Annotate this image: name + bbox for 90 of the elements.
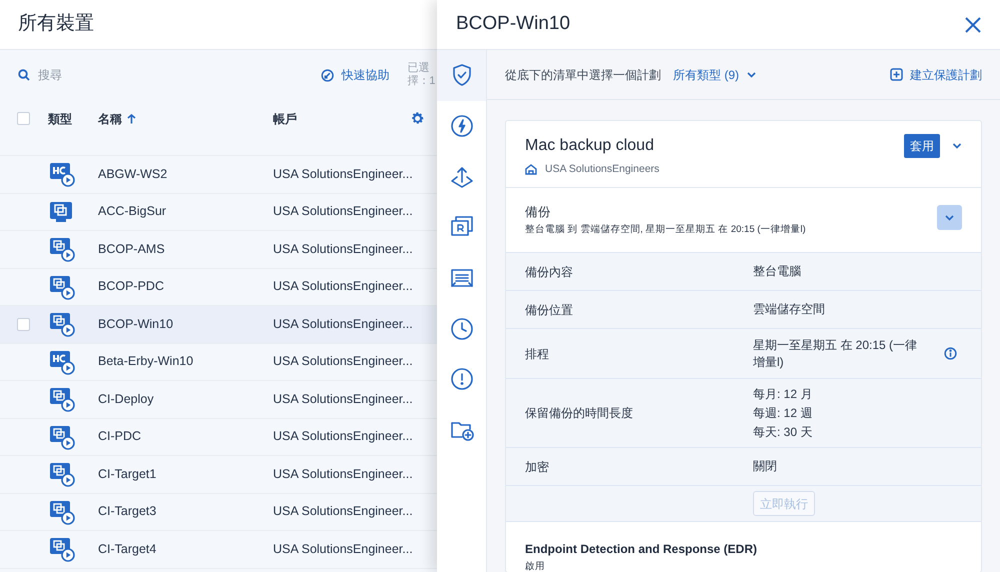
detail-value: 整台電腦 bbox=[753, 263, 802, 280]
column-header: 帳戶 bbox=[273, 110, 298, 128]
device-name: CI-Deploy bbox=[98, 390, 155, 408]
detail-value: 每天: 30 天 bbox=[753, 424, 814, 440]
section-summary: 啟用 bbox=[525, 561, 546, 572]
selection-count: 已選擇：1 bbox=[407, 62, 436, 88]
virtual-machine-icon bbox=[49, 161, 75, 188]
table-row[interactable]: CI-Target1 USA SolutionsEngineer... bbox=[0, 456, 437, 494]
section-title: Endpoint Detection and Response (EDR) bbox=[525, 542, 758, 557]
plan-prompt: 從底下的清單中選擇一個計劃 bbox=[505, 66, 661, 84]
detail-label: 保留備份的時間長度 bbox=[525, 405, 634, 422]
device-name: BCOP-AMS bbox=[98, 240, 166, 258]
plan-owner: USA SolutionsEngineers bbox=[545, 162, 660, 177]
device-name: CI-PDC bbox=[98, 428, 142, 446]
device-name: ACC-BigSur bbox=[98, 203, 168, 220]
search-field[interactable]: 搜尋 bbox=[38, 66, 188, 84]
computer-icon bbox=[49, 200, 73, 224]
device-name: ABGW-WS2 bbox=[98, 166, 168, 183]
account-name: USA SolutionsEngineer... bbox=[273, 353, 413, 370]
detail-label: 加密 bbox=[525, 458, 550, 476]
detail-label: 排程 bbox=[525, 346, 550, 362]
search-icon bbox=[18, 69, 30, 81]
device-name: CI-Target3 bbox=[98, 503, 158, 520]
chevron-down-icon bbox=[747, 72, 756, 78]
device-name: BCOP-PDC bbox=[98, 278, 165, 296]
table-row[interactable]: ACC-BigSur USA SolutionsEngineer... bbox=[0, 194, 437, 231]
detail-value: 關閉 bbox=[753, 458, 778, 475]
virtual-machine-icon bbox=[49, 386, 75, 412]
detail-label: 備份內容 bbox=[525, 264, 574, 280]
column-header[interactable]: 名稱 bbox=[98, 110, 273, 128]
upload-icon bbox=[450, 164, 474, 189]
account-name: USA SolutionsEngineer... bbox=[273, 428, 413, 446]
virtual-machine-icon bbox=[49, 311, 75, 338]
page-title: 所有裝置 bbox=[18, 12, 94, 36]
table-row[interactable]: CI-Target3 USA SolutionsEngineer... bbox=[0, 494, 437, 531]
info-icon[interactable] bbox=[944, 347, 957, 360]
device-name: CI-Target4 bbox=[98, 540, 158, 558]
account-name: USA SolutionsEngineer... bbox=[273, 166, 413, 183]
plan-name: Mac backup cloud bbox=[525, 136, 654, 156]
account-name: USA SolutionsEngineer... bbox=[273, 503, 413, 520]
virtual-machine-icon bbox=[49, 424, 75, 450]
device-name: Beta-Erby-Win10 bbox=[98, 353, 194, 370]
section-summary: 整台電腦 到 雲端儲存空間, 星期一至星期五 在 20:15 (一律增量l) bbox=[525, 224, 806, 235]
account-name: USA SolutionsEngineer... bbox=[273, 540, 413, 558]
detail-value: 雲端儲存空間 bbox=[753, 301, 826, 318]
virtual-machine-icon bbox=[49, 348, 75, 375]
detail-label: 備份位置 bbox=[525, 302, 574, 318]
clock-icon bbox=[450, 316, 474, 341]
chevron-down-icon bbox=[945, 214, 954, 220]
table-row[interactable]: CI-PDC USA SolutionsEngineer... bbox=[0, 418, 437, 456]
table-row[interactable]: Beta-Erby-Win10 USA SolutionsEngineer... bbox=[0, 344, 437, 381]
apply-button[interactable]: 套用 bbox=[904, 134, 940, 158]
virtual-machine-icon bbox=[49, 236, 75, 262]
table-row[interactable]: BCOP-Win10 USA SolutionsEngineer... bbox=[0, 306, 437, 344]
row-checkbox[interactable] bbox=[17, 318, 30, 331]
chevron-down-icon[interactable] bbox=[952, 143, 962, 149]
select-all-checkbox[interactable] bbox=[17, 112, 30, 125]
virtual-machine-icon bbox=[49, 536, 75, 562]
column-header: 類型 bbox=[48, 110, 73, 128]
plus-square-icon bbox=[890, 68, 903, 81]
table-row[interactable]: CI-Target4 USA SolutionsEngineer... bbox=[0, 531, 437, 568]
account-name: USA SolutionsEngineer... bbox=[273, 390, 413, 408]
account-name: USA SolutionsEngineer... bbox=[273, 278, 413, 296]
device-name: CI-Target1 bbox=[98, 466, 158, 483]
assist-icon bbox=[321, 68, 334, 82]
table-row[interactable]: CI-Deploy USA SolutionsEngineer... bbox=[0, 381, 437, 418]
plan-type-dropdown[interactable]: 所有類型 (9) bbox=[673, 66, 756, 84]
detail-value: 星期一至星期五 在 20:15 (一律增量l) bbox=[753, 336, 918, 370]
account-name: USA SolutionsEngineer... bbox=[273, 466, 413, 483]
detail-value: 每週: 12 週 bbox=[753, 404, 814, 422]
close-icon[interactable] bbox=[965, 16, 981, 32]
table-row[interactable]: BCOP-AMS USA SolutionsEngineer... bbox=[0, 231, 437, 268]
detail-value: 每月: 12 月 bbox=[753, 386, 814, 402]
account-name: USA SolutionsEngineer... bbox=[273, 240, 413, 258]
create-plan-button[interactable]: 建立保護計劃 bbox=[890, 66, 982, 84]
table-row[interactable]: ABGW-WS2 USA SolutionsEngineer... bbox=[0, 156, 437, 194]
settings-icon[interactable] bbox=[410, 111, 425, 126]
alert-icon bbox=[450, 367, 474, 392]
section-title: 備份 bbox=[525, 205, 552, 220]
quick-assist-link[interactable]: 快速協助 bbox=[321, 66, 390, 84]
virtual-machine-icon bbox=[49, 461, 75, 488]
virtual-machine-icon bbox=[49, 274, 75, 300]
drawer-title: BCOP-Win10 bbox=[456, 12, 570, 36]
building-icon bbox=[525, 164, 537, 176]
lightning-icon bbox=[450, 114, 474, 138]
expand-toggle[interactable] bbox=[937, 205, 962, 230]
virtual-machine-icon bbox=[49, 498, 75, 525]
account-name: USA SolutionsEngineer... bbox=[273, 203, 413, 220]
device-name: BCOP-Win10 bbox=[98, 316, 174, 333]
account-name: USA SolutionsEngineer... bbox=[273, 316, 413, 333]
